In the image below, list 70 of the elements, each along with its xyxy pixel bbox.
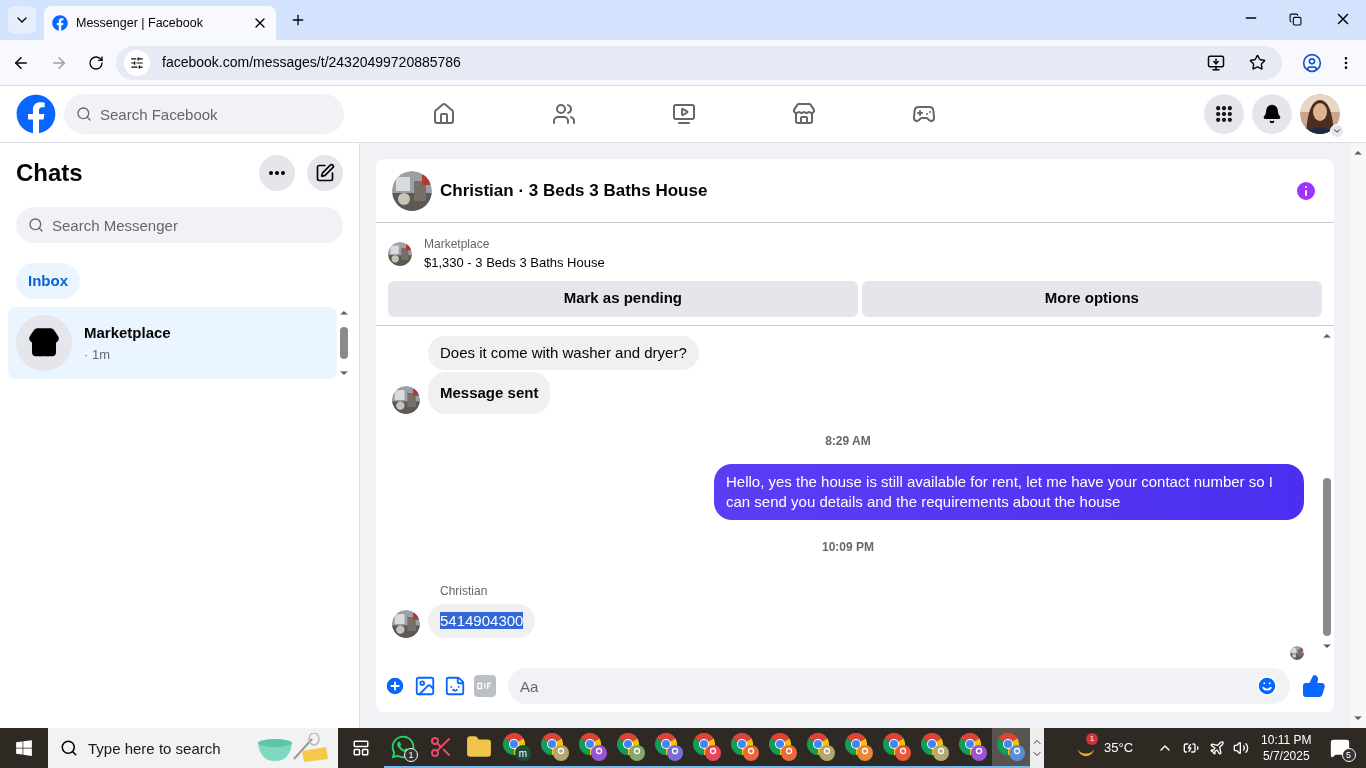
photo-icon[interactable] — [414, 675, 436, 697]
battery-icon[interactable] — [1183, 740, 1200, 756]
conversation-title: Christian · 3 Beds 3 Baths House — [440, 179, 709, 202]
new-tab-icon[interactable] — [290, 12, 306, 28]
profile-icon[interactable] — [1302, 52, 1322, 73]
tab-list-button[interactable] — [8, 6, 36, 34]
action-button[interactable]: Mark as pending — [388, 280, 858, 317]
count-badge: 1 — [1086, 733, 1098, 745]
address-field[interactable]: facebook.com/messages/t/24320499720885786 — [116, 45, 1282, 80]
search-icon — [28, 217, 44, 233]
search-icon — [76, 106, 92, 122]
compose-button[interactable] — [307, 155, 343, 191]
more-icon — [269, 171, 285, 175]
filter-chip[interactable]: Inbox — [16, 263, 80, 299]
taskbar-search-field[interactable]: Type here to search — [48, 728, 338, 768]
search-field[interactable]: Search Messenger — [16, 207, 343, 243]
task-view-icon[interactable] — [352, 739, 370, 757]
bell-icon — [1262, 104, 1282, 124]
clock-date[interactable]: 5/7/2025 — [1262, 748, 1310, 764]
browser-tab[interactable]: Messenger | Facebook — [44, 6, 276, 40]
action-button[interactable]: More options — [861, 280, 1322, 317]
reload-icon[interactable] — [88, 54, 104, 71]
sticker-icon[interactable] — [444, 675, 466, 697]
caret-icon[interactable] — [1330, 124, 1344, 138]
pen-icon — [315, 163, 335, 183]
message-bubble: Hello, yes the house is still available for rent, let me have your contact number so I can send you details and the requirements about the house — [714, 463, 1304, 520]
search-icon — [60, 739, 78, 757]
clock-time[interactable]: 10:11 PM — [1261, 732, 1312, 748]
timestamp: 10:09 PM — [822, 538, 874, 556]
sender-name: Christian — [440, 583, 488, 598]
chat-time: · 1m — [84, 345, 111, 364]
chat-list-item[interactable]: Marketplace · 1m — [8, 307, 337, 379]
taskbar-app[interactable]: m — [498, 728, 536, 768]
timestamp: 8:29 AM — [825, 432, 871, 450]
grid-icon — [1214, 104, 1234, 124]
listing-title: $1,330 - 3 Beds 3 Baths House — [424, 254, 605, 272]
airplane-icon[interactable] — [1209, 740, 1226, 756]
chats-title: Chats — [16, 158, 84, 188]
temperature[interactable]: 35°C — [1104, 738, 1134, 758]
listing-source: Marketplace — [424, 236, 491, 253]
add-icon[interactable] — [384, 675, 406, 697]
scrollbar-thumb[interactable] — [340, 327, 348, 359]
message-bubble: Does it come with washer and dryer? — [428, 335, 699, 370]
count-badge: 1 — [404, 748, 418, 762]
scrollbar-thumb[interactable] — [1323, 478, 1331, 636]
scissors-icon — [429, 735, 453, 759]
search-field[interactable]: Search Facebook — [64, 94, 344, 134]
notifications-button[interactable] — [1252, 94, 1292, 134]
taskbar-app[interactable] — [992, 728, 1030, 768]
bookmark-star-icon[interactable] — [1249, 54, 1266, 71]
options-button[interactable] — [259, 155, 295, 191]
like-icon[interactable] — [1302, 674, 1326, 698]
folder-icon — [466, 734, 492, 760]
chat-name: Marketplace — [84, 323, 171, 343]
f-logo-icon — [52, 15, 68, 31]
restore-icon[interactable] — [1289, 13, 1302, 26]
message-field[interactable]: Aa — [508, 668, 1290, 704]
install-icon[interactable] — [1207, 53, 1225, 72]
emoji-icon[interactable] — [1256, 675, 1278, 697]
menu-grid-button[interactable] — [1204, 94, 1244, 134]
windows-logo-icon — [15, 739, 33, 757]
message-bubble: 5414904300 — [428, 603, 536, 638]
store-icon — [28, 327, 60, 359]
volume-icon[interactable] — [1233, 740, 1250, 756]
f-logo-icon[interactable] — [16, 94, 56, 134]
message-bubble: Message sent — [428, 371, 551, 414]
taskbar-app[interactable]: 1 — [384, 728, 422, 768]
site-settings-icon[interactable] — [130, 55, 144, 70]
tab-title: Messenger | Facebook — [76, 14, 204, 32]
url-text: facebook.com/messages/t/24320499720885786 — [162, 53, 462, 72]
